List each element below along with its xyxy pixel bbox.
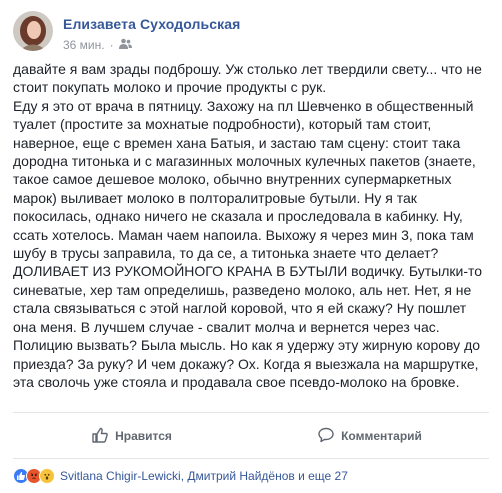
separator-dot: · bbox=[109, 38, 114, 52]
like-icon bbox=[92, 427, 115, 446]
post-text: давайте я вам зрады подброшу. Уж столько… bbox=[13, 60, 491, 391]
action-bar: Нравится Комментарий bbox=[13, 421, 489, 451]
post-paragraph: Еду я это от врача в пятницу. Захожу на … bbox=[13, 97, 483, 390]
post-paragraph: давайте я вам зрады подброшу. Уж столько… bbox=[13, 61, 482, 96]
author-name[interactable]: Елизавета Суходольская bbox=[63, 15, 240, 33]
facebook-post: Елизавета Суходольская 36 мин. · давайте… bbox=[0, 0, 502, 493]
comment-icon bbox=[318, 427, 341, 446]
post-subline: 36 мин. · bbox=[63, 37, 240, 53]
post-meta: Елизавета Суходольская 36 мин. · bbox=[63, 11, 240, 55]
comment-label: Комментарий bbox=[341, 429, 422, 443]
avatar[interactable] bbox=[13, 11, 53, 51]
wow-reaction-icon bbox=[39, 468, 55, 484]
like-button[interactable]: Нравится bbox=[13, 421, 251, 451]
divider bbox=[13, 412, 489, 413]
friends-icon[interactable] bbox=[118, 37, 132, 53]
comment-button[interactable]: Комментарий bbox=[251, 421, 489, 451]
reactions-summary[interactable]: Svitlana Chigir-Lewicki, Дмитрий Найдёно… bbox=[13, 467, 348, 485]
reaction-names[interactable]: Svitlana Chigir-Lewicki, Дмитрий Найдёно… bbox=[60, 469, 348, 483]
divider bbox=[13, 458, 489, 459]
post-header: Елизавета Суходольская 36 мин. · bbox=[13, 11, 240, 55]
post-time[interactable]: 36 мин. bbox=[63, 37, 105, 53]
like-label: Нравится bbox=[115, 429, 172, 443]
